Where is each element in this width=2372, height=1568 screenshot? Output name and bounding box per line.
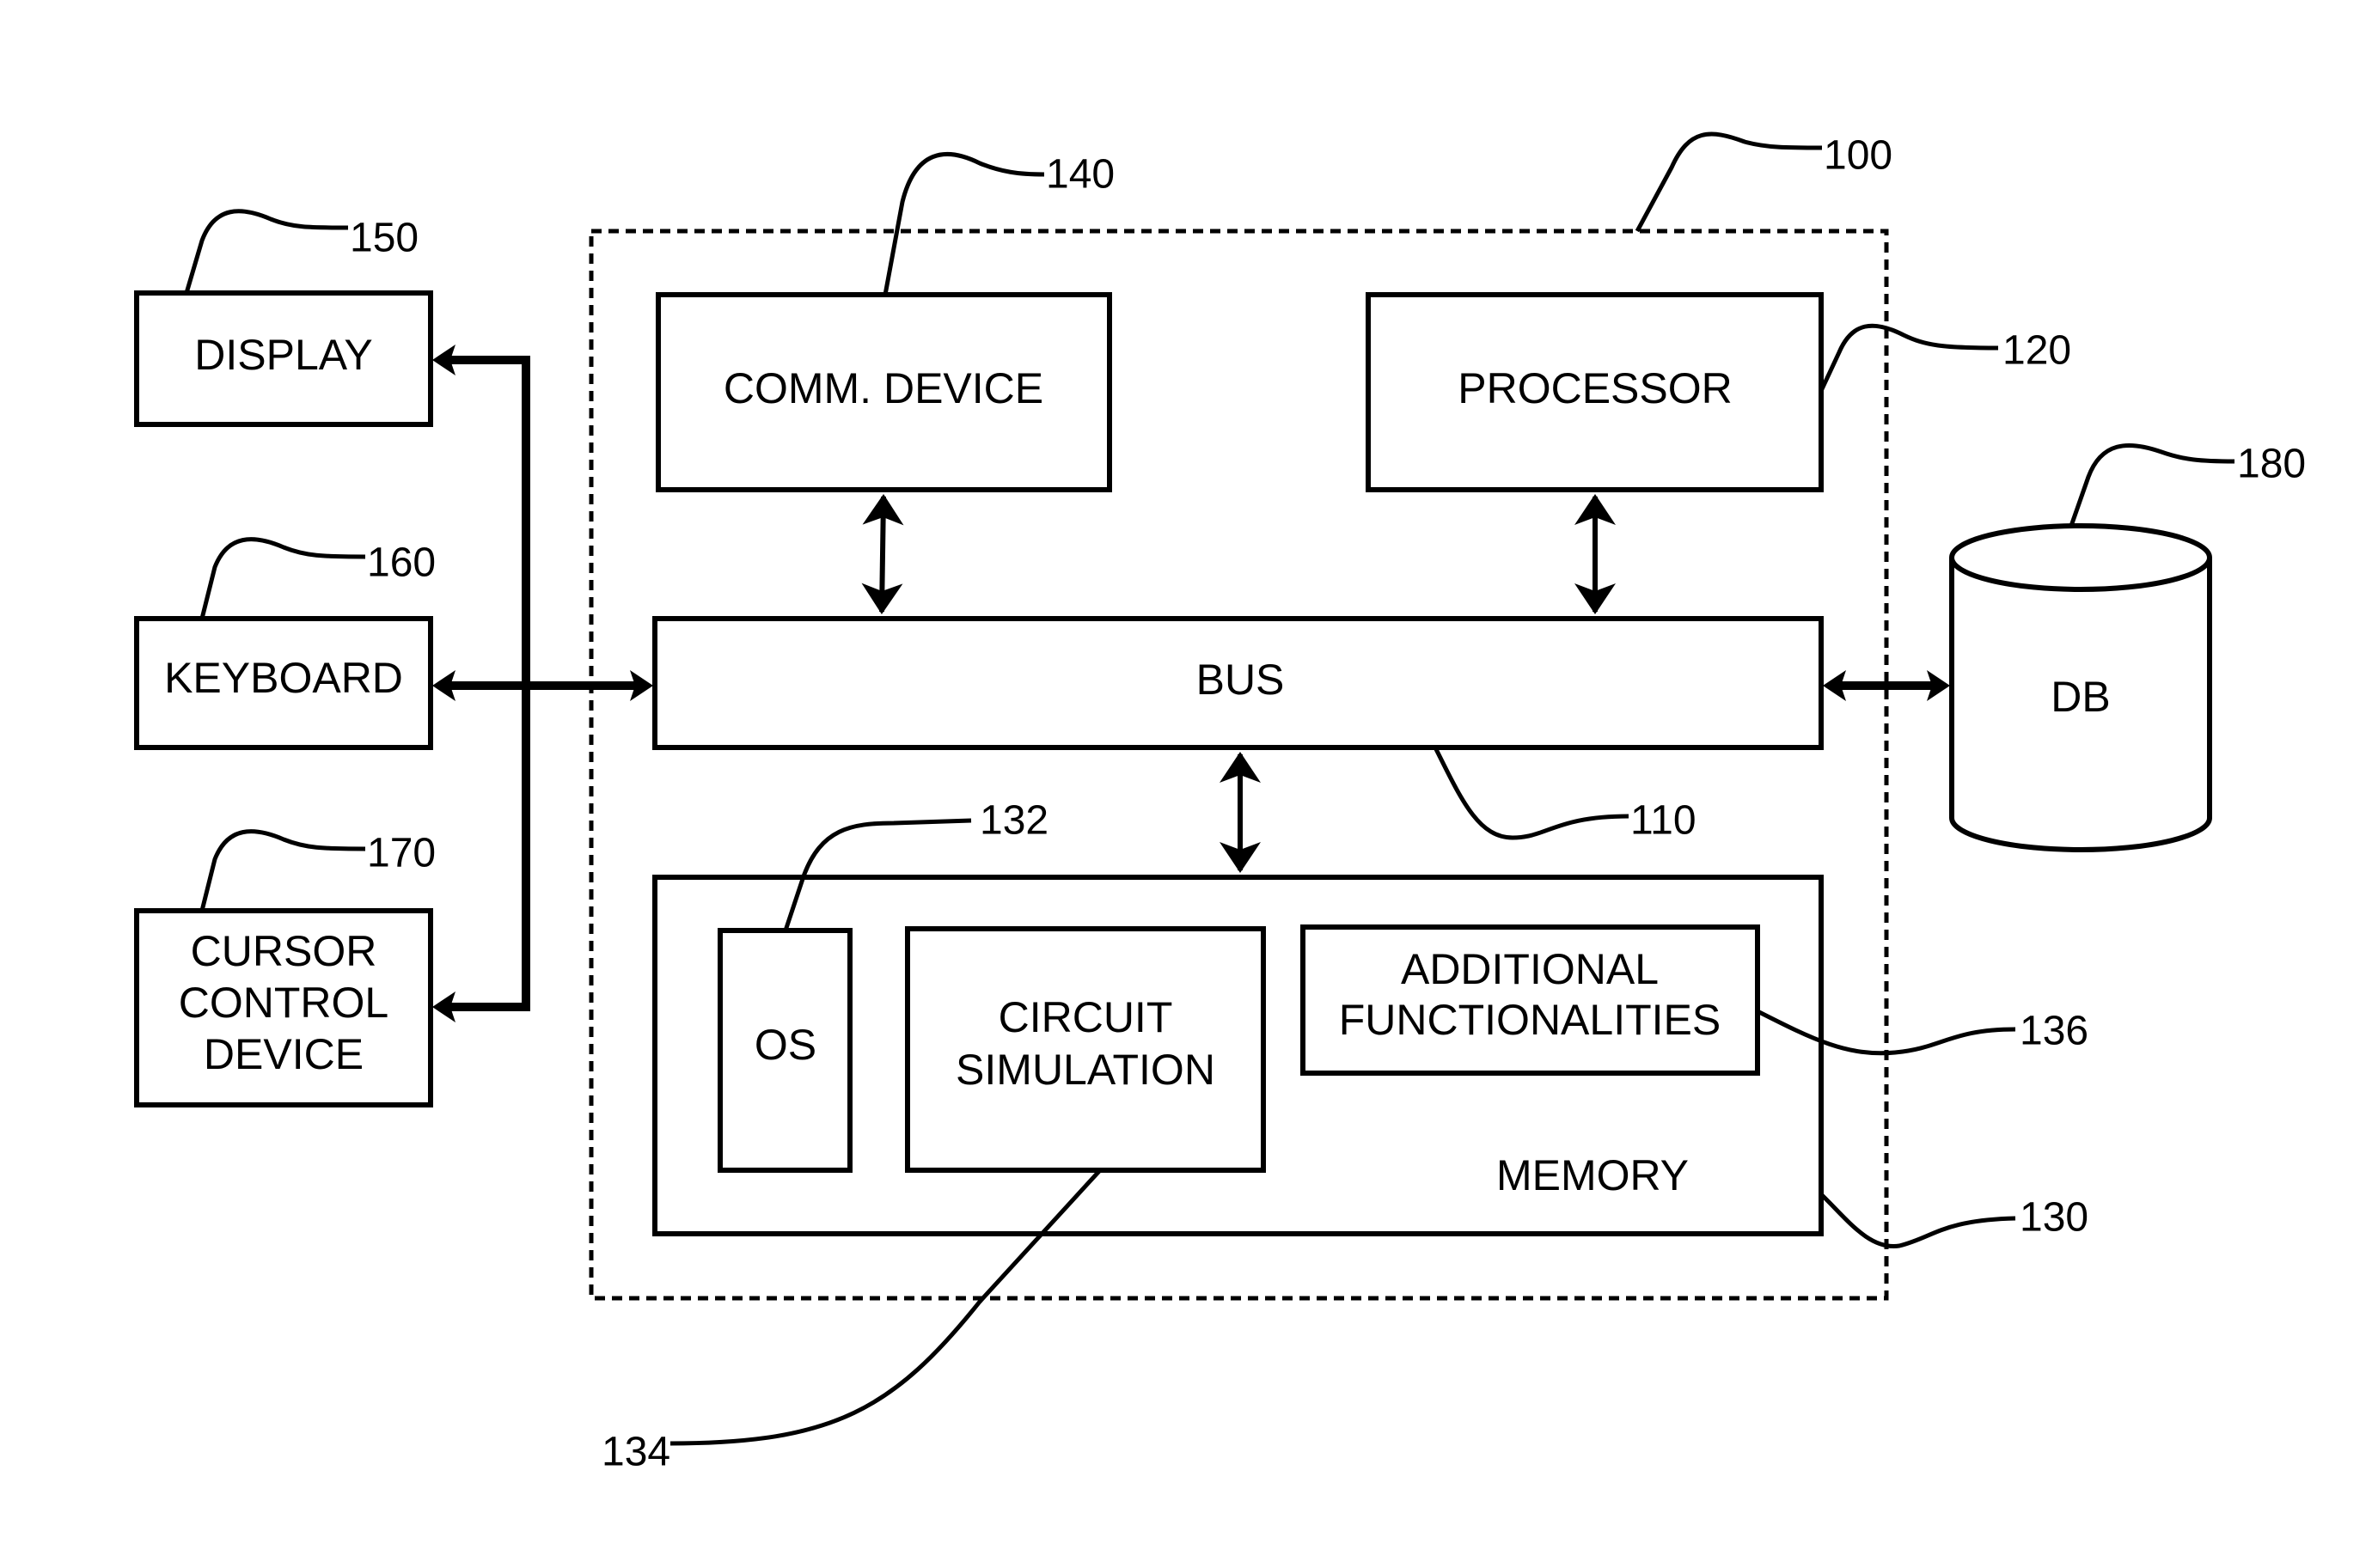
ref-180: 180 [2237, 442, 2306, 487]
leader-line-100 [1635, 131, 1823, 233]
display-label: DISPLAY [194, 331, 373, 379]
ref-150: 150 [350, 216, 419, 261]
bus-label: BUS [1196, 656, 1285, 704]
ref-110: 110 [1630, 798, 1696, 844]
ref-134: 134 [602, 1430, 670, 1475]
os-label: OS [755, 1021, 816, 1069]
leader-line-110 [1433, 746, 1629, 840]
leader-line-170 [199, 829, 366, 912]
additional-functionalities-label-line2: FUNCTIONALITIES [1339, 996, 1721, 1044]
leader-line-180 [2069, 442, 2235, 527]
leader-line-120 [1819, 323, 1999, 393]
leader-line-160 [199, 537, 366, 619]
leader-line-140 [883, 151, 1045, 296]
ref-100: 100 [1824, 133, 1892, 179]
ref-132: 132 [980, 798, 1048, 844]
ref-170: 170 [367, 831, 436, 876]
ref-130: 130 [2020, 1195, 2088, 1241]
ref-120: 120 [2002, 328, 2071, 374]
circuit-simulation-label-line2: SIMULATION [956, 1046, 1215, 1094]
circuit-simulation-label-line1: CIRCUIT [999, 993, 1173, 1041]
memory-label: MEMORY [1496, 1151, 1689, 1199]
leader-line-150 [184, 209, 349, 294]
comm-device-label: COMM. DEVICE [724, 364, 1043, 412]
ref-140: 140 [1046, 152, 1115, 198]
cursor-control-label-line2: CONTROL [179, 979, 388, 1027]
leader-line-130 [1819, 1193, 2016, 1248]
block-diagram: 100 COMM. DEVICE 140 PROCESSOR 120 BUS 1… [134, 131, 2306, 1475]
comm-bus-arrow [861, 494, 904, 614]
cursor-control-label-line3: DEVICE [204, 1030, 364, 1078]
db-cylinder-top [1949, 523, 2212, 592]
db-label: DB [2051, 673, 2110, 721]
processor-label: PROCESSOR [1458, 364, 1733, 412]
ref-160: 160 [367, 540, 436, 586]
keyboard-label: KEYBOARD [164, 654, 403, 702]
ref-136: 136 [2020, 1009, 2088, 1054]
additional-functionalities-label-line1: ADDITIONAL [1401, 945, 1659, 993]
cursor-control-label-line1: CURSOR [191, 927, 377, 975]
